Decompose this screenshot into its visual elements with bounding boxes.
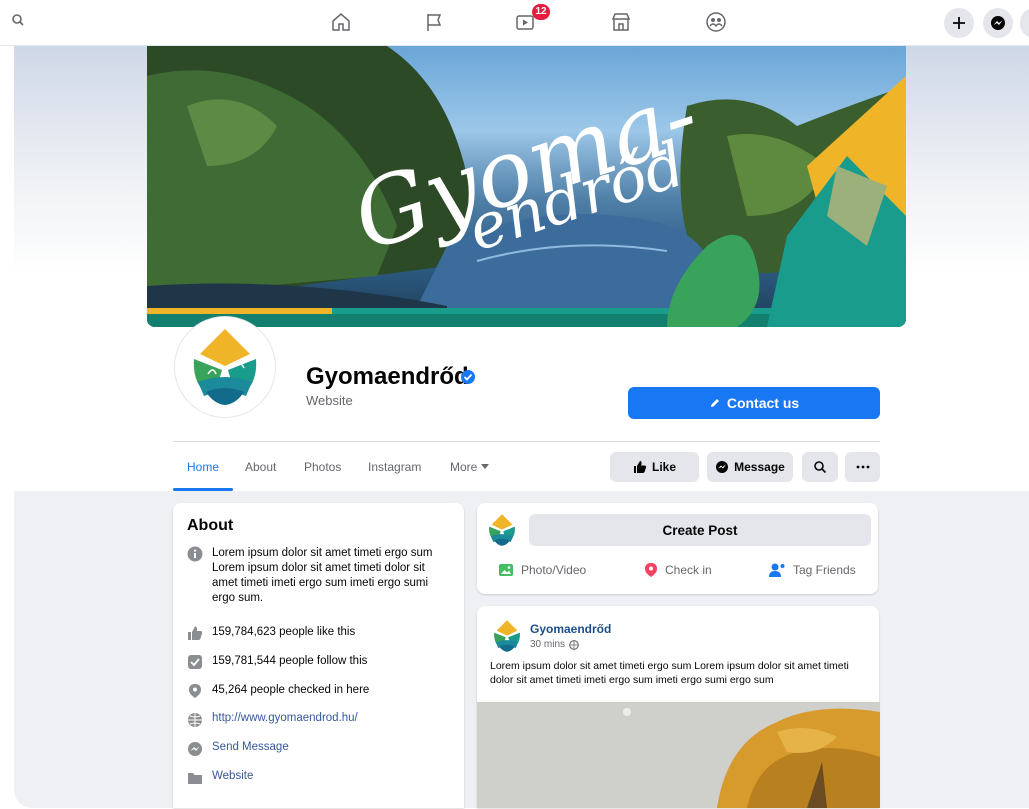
message-button[interactable]: Message [707, 452, 793, 482]
home-icon[interactable] [328, 9, 354, 35]
autumn-tree-illustration [477, 702, 880, 808]
thumbs-up-icon [633, 461, 647, 473]
send-message-link[interactable]: Send Message [212, 741, 289, 753]
globe-icon [187, 712, 203, 728]
check-in-label: Check in [665, 563, 712, 577]
website-url-row: http://www.gyomaendrod.hu/ [187, 712, 358, 728]
tab-about[interactable]: About [245, 460, 276, 474]
page-category: Website [306, 393, 353, 408]
about-description-row: Lorem ipsum dolor sit amet timeti ergo s… [187, 546, 449, 606]
post-image[interactable] [477, 702, 880, 808]
groups-icon[interactable] [703, 9, 729, 35]
info-icon [187, 546, 203, 562]
menu-edge-button[interactable] [1020, 8, 1029, 38]
plus-icon[interactable] [944, 8, 974, 38]
top-navigation-bar: 12 [0, 0, 1029, 46]
cover-photo[interactable]: Gyoma- endrőd [147, 46, 906, 327]
post-timestamp[interactable]: 30 mins [530, 639, 565, 650]
contact-us-button[interactable]: Contact us [628, 387, 880, 419]
verified-badge-icon [460, 369, 476, 385]
about-description: Lorem ipsum dolor sit amet timeti ergo s… [212, 547, 433, 604]
likes-count: 159,784,623 people like this [212, 626, 356, 638]
public-globe-icon [569, 639, 579, 650]
tab-more[interactable]: More [450, 460, 490, 474]
caret-down-icon [481, 464, 490, 469]
like-label: Like [651, 460, 676, 474]
post-author-name[interactable]: Gyomaendrőd [530, 622, 611, 636]
active-tab-indicator [173, 488, 233, 491]
gyomaendrod-logo-icon [494, 620, 520, 652]
follows-row: 159,781,544 people follow this [187, 654, 367, 670]
tag-friends-icon [769, 563, 785, 577]
checkins-count: 45,264 people checked in here [212, 684, 370, 696]
photo-video-label: Photo/Video [521, 563, 587, 577]
like-button[interactable]: Like [610, 452, 699, 482]
header-divider [173, 441, 880, 442]
website-category-row: Website [187, 770, 253, 786]
location-pin-icon [645, 563, 657, 577]
message-label: Message [734, 460, 785, 474]
location-pin-icon [187, 683, 203, 699]
send-message-row: Send Message [187, 741, 289, 757]
messenger-icon [187, 741, 203, 757]
website-category-link[interactable]: Website [212, 770, 253, 782]
post-timestamp-row: 30 mins [530, 639, 579, 650]
pencil-icon [710, 399, 719, 407]
cover-illustration: Gyoma- endrőd [147, 46, 906, 327]
about-title: About [187, 517, 234, 534]
marketplace-icon[interactable] [608, 9, 634, 35]
tab-home[interactable]: Home [187, 460, 219, 474]
pages-flag-icon[interactable] [421, 9, 447, 35]
website-url-link[interactable]: http://www.gyomaendrod.hu/ [212, 712, 358, 724]
tab-instagram[interactable]: Instagram [368, 460, 421, 474]
tag-friends-button[interactable]: Tag Friends [768, 562, 856, 578]
photo-icon [499, 564, 513, 576]
tab-more-label: More [450, 460, 478, 474]
likes-row: 159,784,623 people like this [187, 625, 355, 641]
search-icon[interactable] [9, 11, 29, 31]
check-in-button[interactable]: Check in [644, 562, 712, 578]
folder-icon [187, 770, 203, 786]
messenger-icon[interactable] [983, 8, 1013, 38]
contact-us-label: Contact us [726, 395, 800, 411]
post-text: Lorem ipsum dolor sit amet timeti ergo s… [490, 660, 849, 686]
photo-video-button[interactable]: Photo/Video [498, 562, 586, 578]
gyomaendrod-logo-icon [193, 329, 257, 405]
post-author-avatar[interactable] [490, 619, 524, 653]
thumbs-up-icon [187, 625, 203, 641]
profile-avatar[interactable] [175, 317, 275, 417]
page-name: Gyomaendrőd [306, 363, 469, 390]
more-options-button[interactable] [845, 452, 880, 482]
follow-checkbox-icon [187, 654, 203, 670]
create-post-button[interactable]: Create Post [529, 514, 871, 546]
create-post-avatar [485, 513, 519, 547]
tab-photos[interactable]: Photos [304, 460, 341, 474]
follows-count: 159,781,544 people follow this [212, 655, 368, 667]
ellipsis-icon [856, 465, 869, 469]
search-icon [814, 461, 827, 474]
notification-badge: 12 [532, 4, 550, 20]
page-search-button[interactable] [802, 452, 838, 482]
tag-friends-label: Tag Friends [793, 563, 856, 577]
messenger-icon [716, 461, 729, 473]
checkins-row: 45,264 people checked in here [187, 683, 369, 699]
gyomaendrod-logo-icon [489, 514, 515, 546]
